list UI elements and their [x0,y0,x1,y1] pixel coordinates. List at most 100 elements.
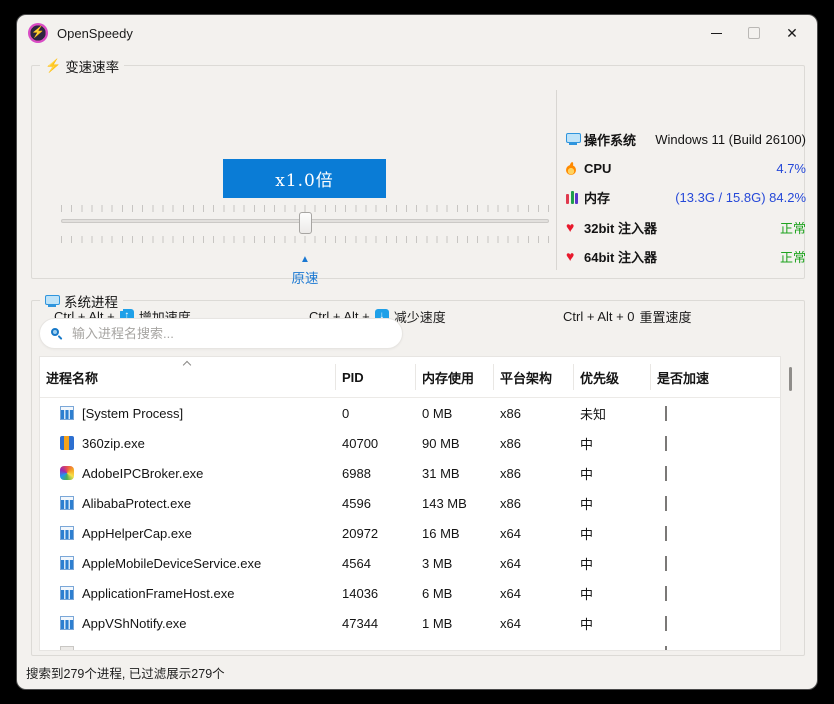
process-priority: 中 [574,554,651,573]
table-row[interactable]: 360zip.exe 40700 90 MB x86 中 [40,428,780,458]
origin-speed-label: 原速 [285,267,325,287]
header-memory[interactable]: 内存使用 [416,364,494,390]
close-icon: ✕ [786,26,798,40]
header-pid[interactable]: PID [336,364,416,390]
accelerate-checkbox[interactable] [665,646,667,652]
flame-icon [566,162,576,175]
process-icon [60,556,74,570]
speed-rate-group: ⚡ 变速速率 x1.0倍 ▲ 原速 Ctrl + Alt + ↑ 增加速度 Ct… [31,65,805,279]
memory-value: (13.3G / 15.8G) 84.2% [675,190,806,205]
openspeedy-window: ⚡ OpenSpeedy ✕ ⚡ 变速速率 x1.0倍 ▲ 原速 Ctrl + … [16,14,818,690]
process-pid: 47344 [336,616,416,631]
process-arch: x86 [494,436,574,451]
app-logo-icon: ⚡ [28,23,48,43]
process-priority: 中 [574,584,651,603]
desktop-background: ⚡ OpenSpeedy ✕ ⚡ 变速速率 x1.0倍 ▲ 原速 Ctrl + … [0,0,834,704]
process-arch: x64 [494,526,574,541]
accelerate-checkbox[interactable] [665,406,667,421]
accelerate-checkbox[interactable] [665,586,667,601]
accelerate-checkbox[interactable] [665,556,667,571]
close-button[interactable]: ✕ [773,19,811,47]
process-arch: x86 [494,466,574,481]
table-row[interactable]: AppHelperCap.exe 20972 16 MB x64 中 [40,518,780,548]
monitor-icon [566,133,581,145]
header-priority[interactable]: 优先级 [574,364,651,390]
process-icon [60,496,74,510]
table-row[interactable]: ApplicationFrameHost.exe 14036 6 MB x64 … [40,578,780,608]
process-priority: 未知 [574,404,651,423]
process-icon [60,466,74,480]
heart-icon: ♥ [566,221,574,234]
process-icon [60,616,74,630]
process-pid: 0 [336,406,416,421]
process-pid: 20972 [336,526,416,541]
info-row-injector32: ♥ 32bit 注入器 正常 [566,217,806,237]
process-name: AppHelperCap.exe [82,526,192,541]
table-scrollbar-thumb[interactable] [789,367,792,391]
process-memory: 6 MB [416,586,494,601]
process-priority: 中 [574,464,651,483]
slider-ticks-top [61,205,549,212]
header-accelerate[interactable]: 是否加速 [651,364,781,390]
sort-ascending-icon [184,360,191,367]
speed-slider-handle[interactable] [299,212,312,234]
process-priority: 中 [574,614,651,633]
process-memory: 3 MB [416,556,494,571]
process-name: AdobeIPCBroker.exe [82,466,203,481]
table-row[interactable]: AppVShNotify.exe 47344 1 MB x64 中 [40,608,780,638]
process-memory: 16 MB [416,526,494,541]
table-row[interactable]: AlibabaProtect.exe 4596 143 MB x86 中 [40,488,780,518]
bar-chart-icon [566,191,578,204]
process-arch: x64 [494,586,574,601]
os-value: Windows 11 (Build 26100) [655,132,806,147]
process-memory: 31 MB [416,466,494,481]
process-pid: 40700 [336,436,416,451]
slider-ticks-bottom [61,236,549,243]
process-table-header[interactable]: 进程名称 PID 内存使用 平台架构 优先级 是否加速 [40,357,780,398]
process-name: [System Process] [82,406,183,421]
process-arch: x64 [494,616,574,631]
process-table: 进程名称 PID 内存使用 平台架构 优先级 是否加速 [System Proc… [39,356,781,651]
process-name: 360zip.exe [82,436,145,451]
origin-speed-marker-icon: ▲ [285,255,325,265]
accelerate-checkbox[interactable] [665,436,667,451]
table-row[interactable]: [System Process] 0 0 MB x86 未知 [40,398,780,428]
speed-multiplier-button[interactable]: x1.0倍 [223,159,386,198]
accelerate-checkbox[interactable] [665,616,667,631]
process-pid: 6988 [336,466,416,481]
info-row-cpu: CPU 4.7% [566,158,806,178]
accelerate-checkbox[interactable] [665,466,667,481]
info-row-injector64: ♥ 64bit 注入器 正常 [566,246,806,266]
process-pid: 4564 [336,556,416,571]
process-icon [60,646,74,651]
process-arch: x86 [494,406,574,421]
process-arch: x86 [494,496,574,511]
accelerate-checkbox[interactable] [665,526,667,541]
info-row-memory: 内存 (13.3G / 15.8G) 84.2% [566,187,806,207]
process-search-input[interactable] [70,325,392,342]
process-pid: 4596 [336,496,416,511]
process-pid: 14036 [336,586,416,601]
minimize-button[interactable] [697,19,735,47]
process-memory: 0 MB [416,406,494,421]
table-row[interactable]: AppleMobileDeviceService.exe 4564 3 MB x… [40,548,780,578]
process-priority: 中 [574,524,651,543]
accelerate-checkbox[interactable] [665,496,667,511]
process-priority: 中 [574,494,651,513]
process-name: ApplicationFrameHost.exe [82,586,234,601]
status-bar-text: 搜索到279个进程, 已过滤展示279个 [26,663,225,682]
maximize-button[interactable] [735,19,773,47]
title-bar[interactable]: ⚡ OpenSpeedy ✕ [17,15,817,51]
maximize-icon [748,27,760,39]
header-architecture[interactable]: 平台架构 [494,364,574,390]
process-name: AlibabaProtect.exe [82,496,191,511]
table-row[interactable] [40,638,780,651]
process-search-box[interactable] [39,318,403,349]
table-row[interactable]: AdobeIPCBroker.exe 6988 31 MB x86 中 [40,458,780,488]
window-title: OpenSpeedy [57,26,133,41]
process-icon [60,406,74,420]
process-icon [60,586,74,600]
process-name: AppVShNotify.exe [82,616,187,631]
process-icon [60,526,74,540]
process-name: AppleMobileDeviceService.exe [82,556,261,571]
